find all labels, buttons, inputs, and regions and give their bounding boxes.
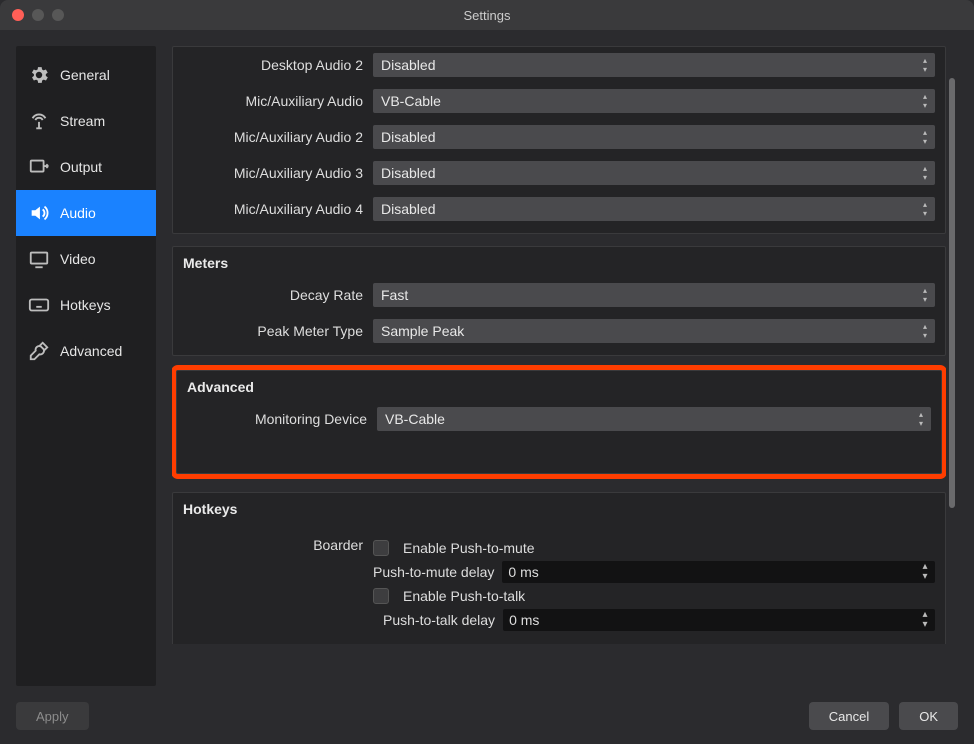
select-value: VB-Cable bbox=[381, 93, 441, 109]
advanced-panel: Advanced Monitoring Device VB-Cable ▴▾ bbox=[176, 370, 942, 474]
settings-content: Desktop Audio 2 Disabled ▴▾ Mic/Auxiliar… bbox=[172, 46, 946, 686]
push-to-mute-delay-input[interactable]: 0 ms ▴▾ bbox=[502, 561, 935, 583]
gear-icon bbox=[28, 64, 50, 86]
checkbox-label: Enable Push-to-mute bbox=[403, 540, 535, 556]
stepper-arrows-icon: ▴▾ bbox=[919, 55, 931, 75]
push-to-talk-checkbox[interactable] bbox=[373, 588, 389, 604]
field-label: Desktop Audio 2 bbox=[183, 57, 363, 73]
select-value: Disabled bbox=[381, 201, 435, 217]
select-value: VB-Cable bbox=[385, 411, 445, 427]
numfield-value: 0 ms bbox=[509, 612, 539, 628]
sidebar-item-label: Stream bbox=[60, 113, 105, 129]
stepper-arrows-icon: ▴▾ bbox=[919, 321, 931, 341]
broadcast-icon bbox=[28, 110, 50, 132]
minimize-window-button[interactable] bbox=[32, 9, 44, 21]
hotkeys-panel: Hotkeys Boarder Enable Push-to-mute Pu bbox=[172, 492, 946, 644]
stepper-arrows-icon: ▴▾ bbox=[919, 285, 931, 305]
panel-title: Meters bbox=[173, 247, 945, 277]
window-controls bbox=[0, 9, 64, 21]
field-label: Mic/Auxiliary Audio 2 bbox=[183, 129, 363, 145]
mic-aux-audio-3-select[interactable]: Disabled ▴▾ bbox=[373, 161, 935, 185]
field-label: Mic/Auxiliary Audio bbox=[183, 93, 363, 109]
apply-button[interactable]: Apply bbox=[16, 702, 89, 730]
stepper-arrows-icon: ▴▾ bbox=[919, 199, 931, 219]
settings-window: Settings General Stream Output bbox=[0, 0, 974, 744]
stepper-arrows-icon: ▴▾ bbox=[919, 91, 931, 111]
stepper-arrows-icon: ▴▾ bbox=[918, 610, 932, 630]
field-label: Monitoring Device bbox=[187, 411, 367, 427]
sidebar-item-output[interactable]: Output bbox=[16, 144, 156, 190]
devices-panel: Desktop Audio 2 Disabled ▴▾ Mic/Auxiliar… bbox=[172, 46, 946, 234]
numfield-value: 0 ms bbox=[508, 564, 538, 580]
push-to-mute-checkbox[interactable] bbox=[373, 540, 389, 556]
hotkey-group-name: Boarder bbox=[183, 537, 363, 553]
hotkey-group-name: Blue Yeti bbox=[183, 643, 363, 644]
field-label: Peak Meter Type bbox=[183, 323, 363, 339]
sidebar-item-general[interactable]: General bbox=[16, 52, 156, 98]
peak-meter-type-select[interactable]: Sample Peak ▴▾ bbox=[373, 319, 935, 343]
sidebar-item-label: Hotkeys bbox=[60, 297, 111, 313]
keyboard-icon bbox=[28, 294, 50, 316]
speaker-icon bbox=[28, 202, 50, 224]
close-window-button[interactable] bbox=[12, 9, 24, 21]
stepper-arrows-icon: ▴▾ bbox=[918, 562, 932, 582]
maximize-window-button[interactable] bbox=[52, 9, 64, 21]
select-value: Disabled bbox=[381, 57, 435, 73]
mic-aux-audio-2-select[interactable]: Disabled ▴▾ bbox=[373, 125, 935, 149]
sidebar-item-label: Advanced bbox=[60, 343, 122, 359]
mic-aux-audio-4-select[interactable]: Disabled ▴▾ bbox=[373, 197, 935, 221]
output-icon bbox=[28, 156, 50, 178]
sidebar-item-label: Audio bbox=[60, 205, 96, 221]
field-label: Mic/Auxiliary Audio 4 bbox=[183, 201, 363, 217]
delay-label: Push-to-talk delay bbox=[373, 612, 495, 628]
sidebar-item-stream[interactable]: Stream bbox=[16, 98, 156, 144]
push-to-talk-delay-input[interactable]: 0 ms ▴▾ bbox=[503, 609, 935, 631]
panel-title: Hotkeys bbox=[173, 493, 945, 523]
field-label: Mic/Auxiliary Audio 3 bbox=[183, 165, 363, 181]
scrollbar-thumb[interactable] bbox=[949, 78, 955, 508]
stepper-arrows-icon: ▴▾ bbox=[919, 163, 931, 183]
titlebar: Settings bbox=[0, 0, 974, 30]
stepper-arrows-icon: ▴▾ bbox=[919, 127, 931, 147]
stepper-arrows-icon: ▴▾ bbox=[915, 409, 927, 429]
sidebar-item-label: General bbox=[60, 67, 110, 83]
mic-aux-audio-select[interactable]: VB-Cable ▴▾ bbox=[373, 89, 935, 113]
meters-panel: Meters Decay Rate Fast ▴▾ Peak Me bbox=[172, 246, 946, 356]
ok-button[interactable]: OK bbox=[899, 702, 958, 730]
select-value: Disabled bbox=[381, 165, 435, 181]
cancel-button[interactable]: Cancel bbox=[809, 702, 889, 730]
monitoring-device-select[interactable]: VB-Cable ▴▾ bbox=[377, 407, 931, 431]
decay-rate-select[interactable]: Fast ▴▾ bbox=[373, 283, 935, 307]
content-scrollbar[interactable] bbox=[946, 46, 958, 686]
select-value: Sample Peak bbox=[381, 323, 464, 339]
sidebar-item-hotkeys[interactable]: Hotkeys bbox=[16, 282, 156, 328]
sidebar-item-label: Video bbox=[60, 251, 96, 267]
sidebar-item-audio[interactable]: Audio bbox=[16, 190, 156, 236]
settings-sidebar: General Stream Output Audio bbox=[16, 46, 156, 686]
window-title: Settings bbox=[0, 8, 974, 23]
desktop-audio-2-select[interactable]: Disabled ▴▾ bbox=[373, 53, 935, 77]
sidebar-item-advanced[interactable]: Advanced bbox=[16, 328, 156, 374]
select-value: Disabled bbox=[381, 129, 435, 145]
sidebar-item-video[interactable]: Video bbox=[16, 236, 156, 282]
tools-icon bbox=[28, 340, 50, 362]
field-label: Decay Rate bbox=[183, 287, 363, 303]
panel-title: Advanced bbox=[177, 371, 941, 401]
checkbox-label: Enable Push-to-talk bbox=[403, 588, 525, 604]
select-value: Fast bbox=[381, 287, 408, 303]
sidebar-item-label: Output bbox=[60, 159, 102, 175]
dialog-footer: Apply Cancel OK bbox=[0, 702, 974, 744]
delay-label: Push-to-mute delay bbox=[373, 564, 494, 580]
monitor-icon bbox=[28, 248, 50, 270]
